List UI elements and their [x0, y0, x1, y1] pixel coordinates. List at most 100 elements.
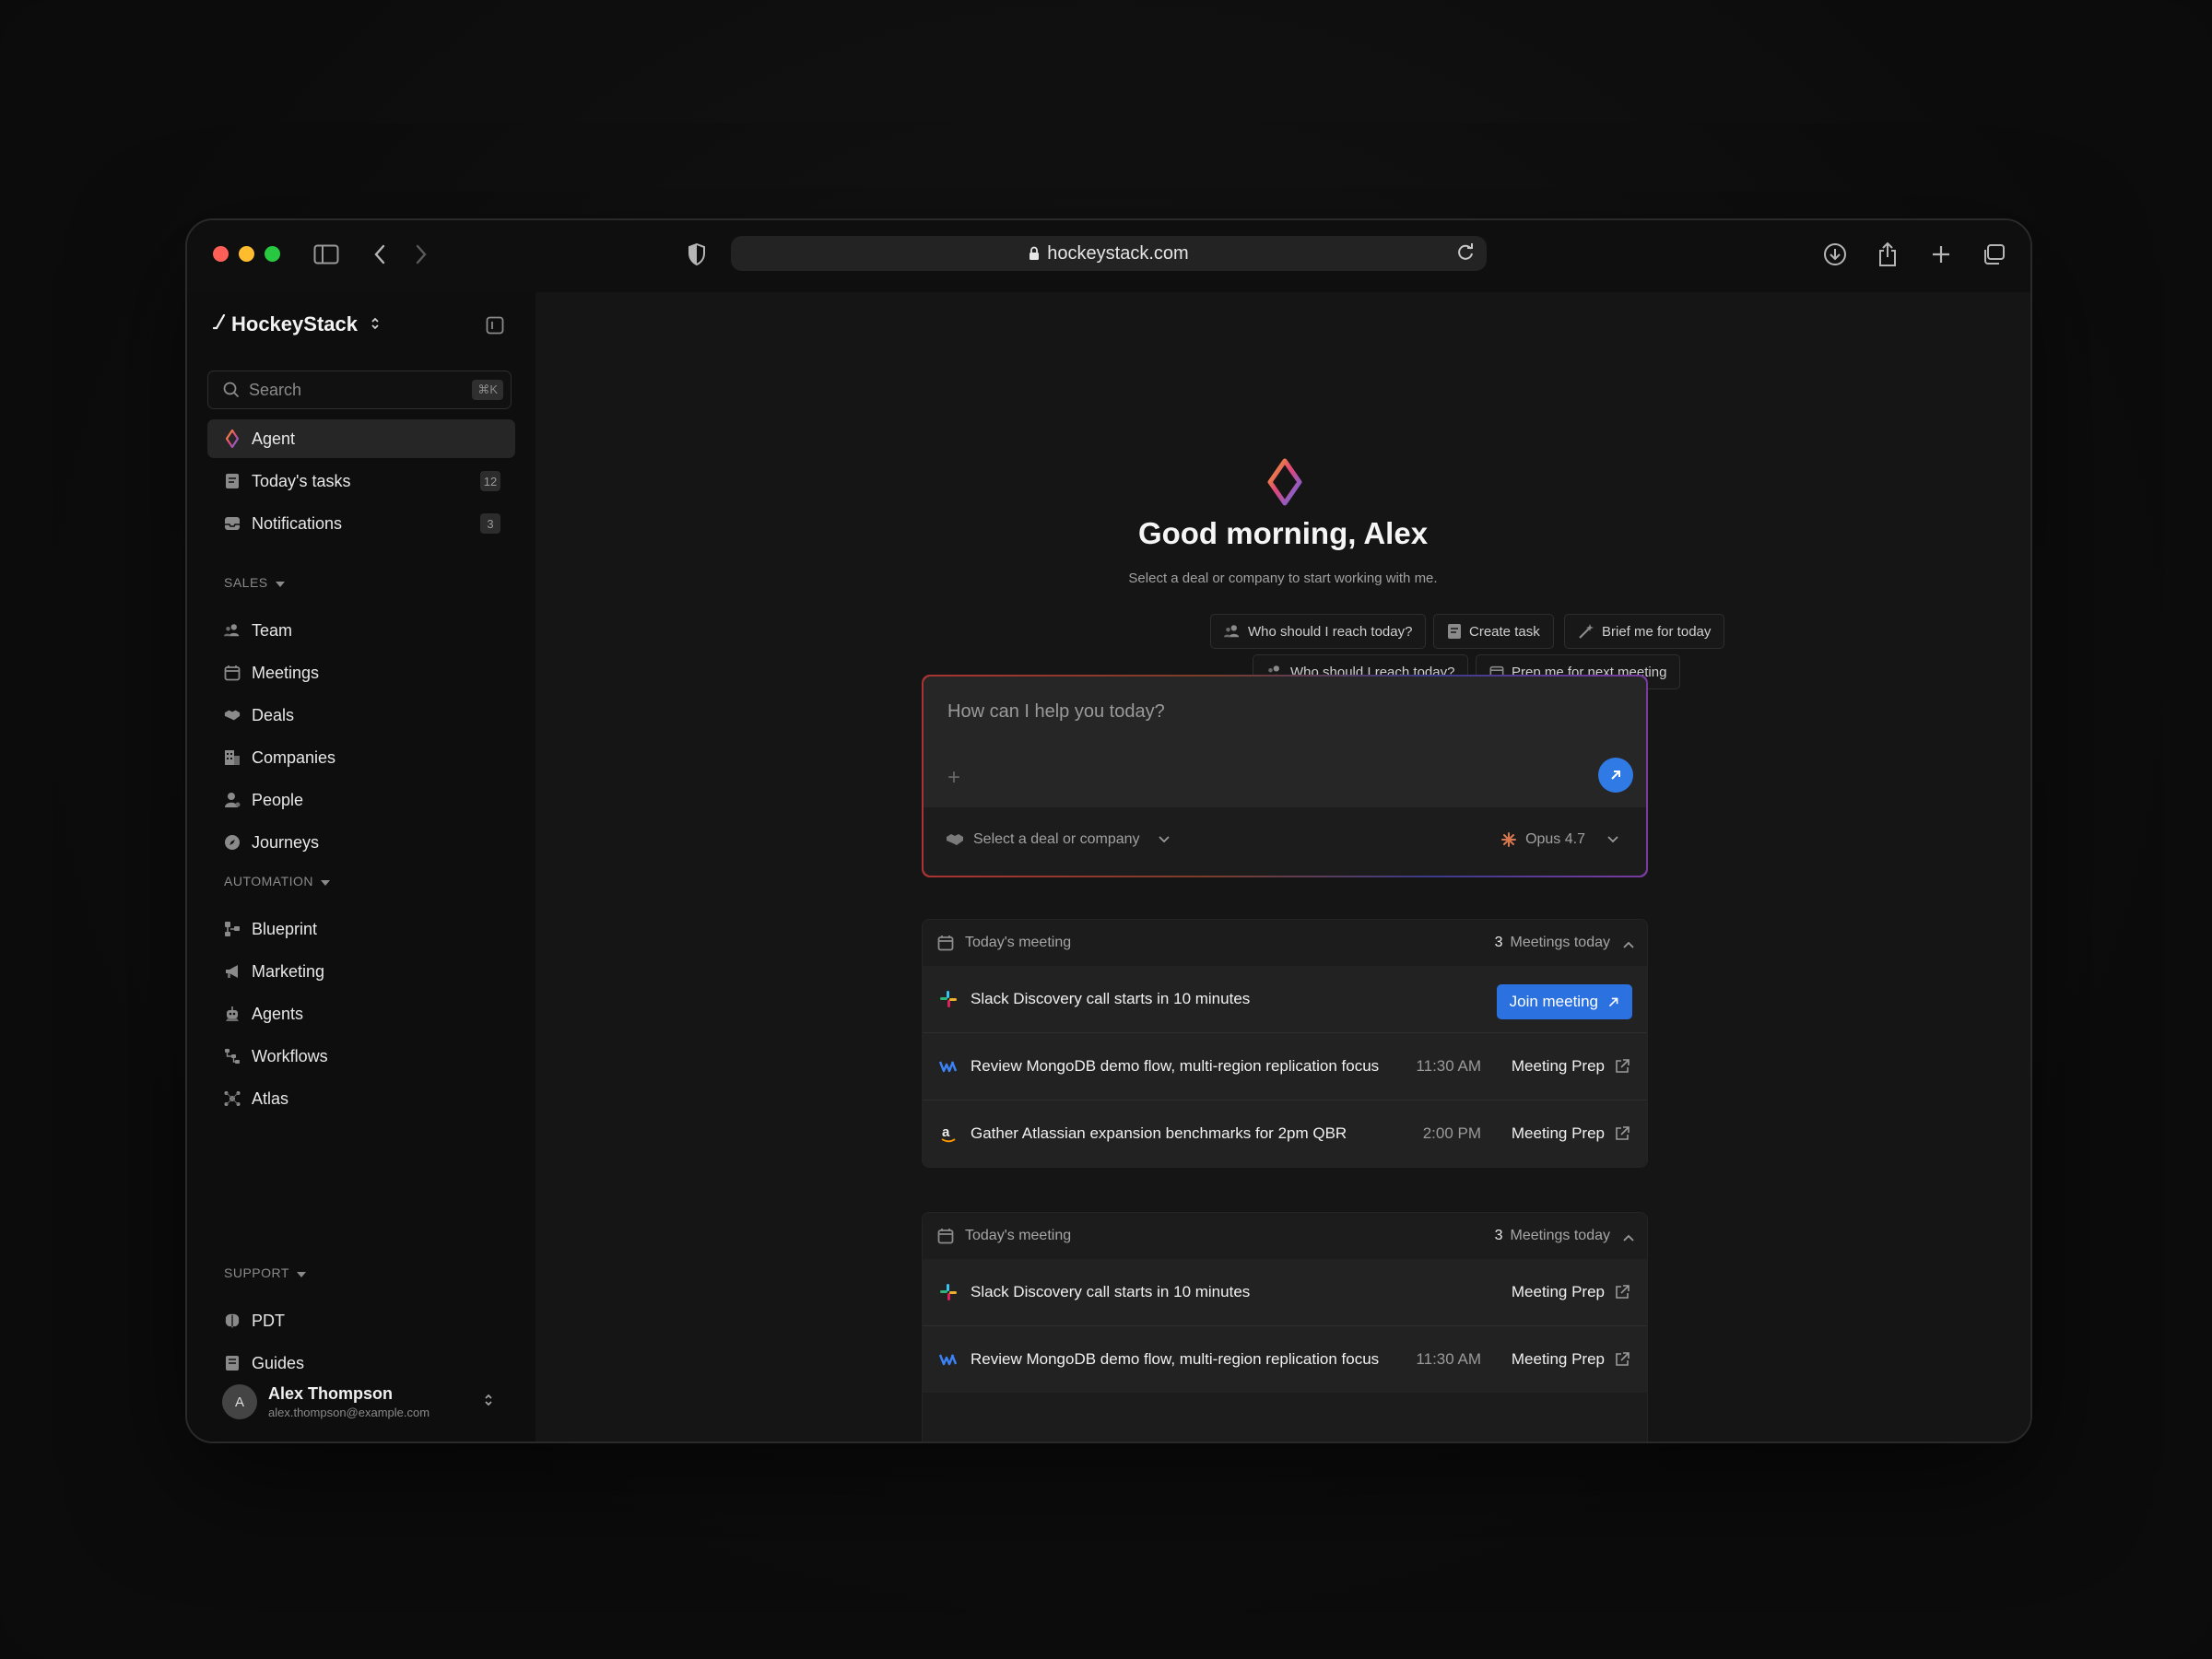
caret-down-icon — [321, 874, 331, 888]
meeting-row[interactable]: Slack Discovery call starts in 10 minute… — [923, 966, 1647, 1032]
send-button[interactable] — [1598, 758, 1633, 793]
share-icon[interactable] — [1872, 239, 1903, 270]
deal-selector[interactable]: Select a deal or company — [946, 831, 1170, 848]
join-meeting-button[interactable]: Join meeting — [1496, 984, 1632, 1019]
sidebar-item-agent[interactable]: Agent — [207, 419, 515, 458]
model-selector[interactable]: Opus 4.7 — [1501, 831, 1618, 848]
slack-icon — [939, 1283, 958, 1301]
meeting-title: Review MongoDB demo flow, multi-region r… — [971, 1350, 1380, 1368]
sidebar-item-pdt[interactable]: PDT — [207, 1301, 515, 1340]
address-bar[interactable]: hockeystack.com — [731, 236, 1487, 271]
card-title: Today's meeting — [965, 935, 1072, 950]
chevron-up-icon[interactable] — [1623, 936, 1634, 953]
reload-icon[interactable] — [1453, 241, 1477, 270]
section-header-automation[interactable]: AUTOMATION — [224, 874, 331, 888]
meeting-prep-link[interactable]: Meeting Prep — [1512, 1057, 1630, 1076]
caret-down-icon — [296, 1265, 306, 1280]
sidebar-item-label: Agents — [252, 1004, 304, 1023]
meeting-prep-link[interactable]: Meeting Prep — [1512, 1350, 1630, 1369]
section-header-support[interactable]: SUPPORT — [224, 1265, 306, 1280]
meeting-prep-link[interactable]: Meeting Prep — [1512, 1124, 1630, 1143]
add-attachment-icon[interactable]: + — [947, 765, 960, 791]
sidebar-item-label: Agent — [252, 429, 296, 448]
sidebar-item-label: Marketing — [252, 961, 325, 981]
sidebar-item-companies[interactable]: Companies — [207, 738, 515, 777]
suggestion-brief-me[interactable]: Brief me for today — [1564, 614, 1725, 649]
suggestion-who-to-reach[interactable]: Who should I reach today? — [1210, 614, 1427, 649]
sidebar-item-guides[interactable]: Guides — [207, 1344, 515, 1382]
sidebar-item-label: Workflows — [252, 1046, 328, 1065]
collapse-sidebar-icon[interactable] — [486, 316, 504, 339]
sidebar-item-label: Atlas — [252, 1088, 289, 1108]
forward-icon[interactable] — [406, 239, 437, 270]
model-label: Opus 4.7 — [1525, 831, 1585, 847]
sidebar-item-team[interactable]: Team — [207, 611, 515, 650]
sidebar-item-blueprint[interactable]: Blueprint — [207, 910, 515, 948]
magic-wand-icon — [1578, 623, 1594, 640]
sidebar-item-meetings[interactable]: Meetings — [207, 653, 515, 692]
meetings-card-header[interactable]: Today's meeting 3 Meetings today — [923, 1213, 1647, 1259]
notifications-count-badge: 3 — [480, 513, 500, 534]
meeting-row[interactable]: a Gather Atlassian expansion benchmarks … — [923, 1100, 1647, 1167]
chip-label: Who should I reach today? — [1248, 623, 1413, 640]
sidebar-item-agents[interactable]: Agents — [207, 994, 515, 1033]
shield-icon[interactable] — [681, 239, 712, 270]
tasks-count-badge: 12 — [480, 471, 500, 491]
close-window-button[interactable] — [213, 246, 229, 262]
meeting-time: 2:00 PM — [1422, 1124, 1481, 1142]
meeting-row[interactable]: Review MongoDB demo flow, multi-region r… — [923, 1032, 1647, 1100]
meetings-card: Today's meeting 3 Meetings today Slack Di… — [922, 919, 1648, 1168]
chevron-updown-icon[interactable] — [484, 1393, 493, 1412]
tabs-overview-icon[interactable] — [1978, 239, 2009, 270]
sidebar-item-label: Guides — [252, 1353, 305, 1372]
search-input[interactable]: Search ⌘K — [207, 371, 512, 409]
chevron-down-icon — [1158, 836, 1170, 843]
meetings-count-label: Meetings today — [1510, 1228, 1610, 1243]
meetings-card-header[interactable]: Today's meeting 3 Meetings today — [923, 920, 1647, 966]
search-shortcut: ⌘K — [472, 380, 503, 400]
meeting-prep-link[interactable]: Meeting Prep — [1512, 1283, 1630, 1301]
sidebar-item-notifications[interactable]: Notifications 3 — [207, 504, 515, 543]
browser-toolbar: hockeystack.com — [187, 220, 2030, 292]
maximize-window-button[interactable] — [265, 246, 280, 262]
prompt-input[interactable] — [946, 697, 1502, 726]
meetings-count: 3 Meetings today — [1495, 935, 1610, 951]
back-icon[interactable] — [364, 239, 395, 270]
sidebar-item-people[interactable]: People — [207, 781, 515, 819]
atlas-icon — [224, 1090, 241, 1107]
caret-down-icon — [275, 575, 285, 590]
download-icon[interactable] — [1819, 239, 1851, 270]
meeting-title: Slack Discovery call starts in 10 minute… — [971, 1283, 1251, 1300]
building-icon — [224, 749, 241, 766]
chevron-up-icon[interactable] — [1623, 1230, 1634, 1246]
external-link-icon — [1614, 1284, 1630, 1300]
sidebar-toggle-icon[interactable] — [311, 239, 342, 270]
sidebar-item-atlas[interactable]: Atlas — [207, 1079, 515, 1118]
meeting-row[interactable]: Review MongoDB demo flow, multi-region r… — [923, 1325, 1647, 1393]
meeting-row[interactable]: Slack Discovery call starts in 10 minute… — [923, 1259, 1647, 1325]
section-header-sales[interactable]: SALES — [224, 575, 285, 590]
external-link-icon — [1614, 1125, 1630, 1142]
new-tab-icon[interactable] — [1925, 239, 1957, 270]
workspace-switcher[interactable]: HockeyStack — [212, 312, 380, 336]
minimize-window-button[interactable] — [239, 246, 254, 262]
avatar: A — [222, 1384, 257, 1419]
sidebar-item-workflows[interactable]: Workflows — [207, 1037, 515, 1076]
sidebar-item-label: Blueprint — [252, 919, 318, 938]
browser-window: hockeystack.com HockeyStack Search ⌘K Ag… — [185, 218, 2032, 1443]
meeting-title: Gather Atlassian expansion benchmarks fo… — [971, 1124, 1347, 1142]
sidebar-item-todays-tasks[interactable]: Today's tasks 12 — [207, 462, 515, 500]
sidebar: HockeyStack Search ⌘K Agent Today's task… — [187, 292, 535, 1441]
user-profile[interactable]: A Alex Thompson alex.thompson@example.co… — [222, 1384, 429, 1419]
sidebar-item-deals[interactable]: Deals — [207, 696, 515, 735]
sidebar-item-marketing[interactable]: Marketing — [207, 952, 515, 991]
brain-icon — [224, 1312, 241, 1329]
tasks-icon — [1447, 623, 1462, 640]
sidebar-item-label: Today's tasks — [252, 471, 351, 490]
suggestion-create-task[interactable]: Create task — [1433, 614, 1554, 649]
sidebar-item-journeys[interactable]: Journeys — [207, 823, 515, 862]
agent-icon — [224, 429, 241, 448]
sidebar-item-label: Notifications — [252, 513, 343, 533]
meetings-count: 3 Meetings today — [1495, 1228, 1610, 1244]
blueprint-icon — [224, 921, 241, 937]
